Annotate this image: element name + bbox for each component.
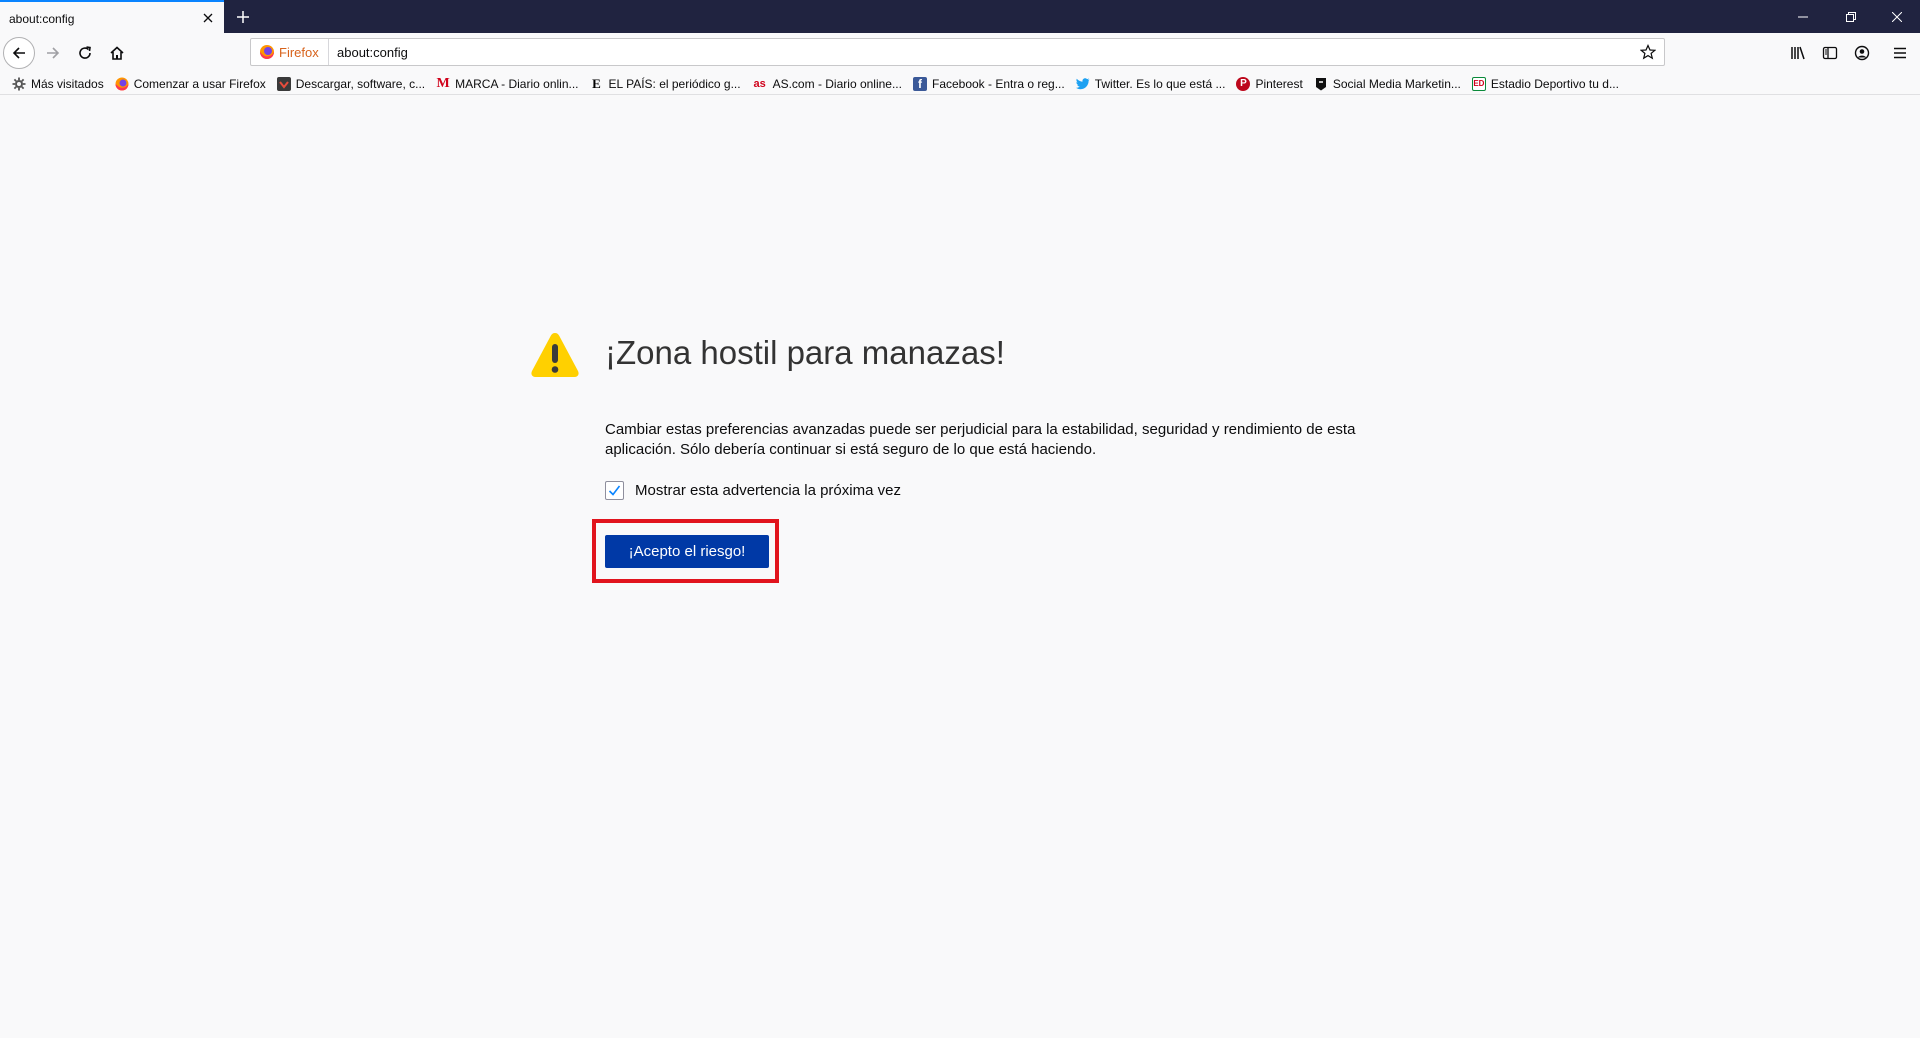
back-button[interactable] — [3, 37, 35, 69]
tab-about-config[interactable]: about:config — [0, 0, 224, 33]
navigation-toolbar: Firefox about:config — [0, 33, 1920, 73]
identity-box[interactable]: Firefox — [251, 39, 329, 65]
reload-icon — [79, 46, 91, 59]
restore-button[interactable] — [1828, 0, 1874, 33]
bookmark-star-icon[interactable] — [1638, 42, 1658, 62]
socialmedia-icon — [1314, 77, 1328, 91]
bookmark-facebook[interactable]: f Facebook - Entra o reg... — [912, 76, 1065, 91]
minimize-button[interactable] — [1780, 0, 1826, 33]
bookmark-mas-visitados[interactable]: Más visitados — [12, 77, 104, 91]
tab-title: about:config — [9, 12, 75, 26]
url-input[interactable]: about:config — [337, 45, 408, 60]
bookmark-elpais[interactable]: E EL PAÍS: el periódico g... — [590, 75, 741, 91]
bookmark-softonic[interactable]: Descargar, software, c... — [276, 76, 426, 91]
softonic-icon — [276, 76, 291, 91]
page-content: ¡Zona hostil para manazas! Cambiar estas… — [0, 96, 1920, 1038]
gear-icon — [12, 77, 26, 91]
accept-risk-button[interactable]: ¡Acepto el riesgo! — [605, 535, 769, 568]
checkbox-label: Mostrar esta advertencia la próxima vez — [635, 482, 901, 499]
title-bar: about:config — [0, 0, 1920, 33]
bookmark-label: Facebook - Entra o reg... — [931, 76, 1065, 91]
forward-button[interactable] — [37, 37, 69, 69]
bookmark-label: Social Media Marketin... — [1332, 76, 1461, 91]
library-icon[interactable] — [1786, 41, 1810, 65]
reload-button[interactable] — [69, 37, 101, 69]
bookmark-label: Estadio Deportivo tu d... — [1490, 76, 1619, 91]
facebook-icon: f — [912, 76, 927, 91]
account-icon[interactable] — [1850, 41, 1874, 65]
bookmark-estadio-deportivo[interactable]: ED Estadio Deportivo tu d... — [1471, 76, 1619, 91]
url-bar[interactable]: Firefox about:config — [250, 38, 1665, 66]
bookmark-label: EL PAÍS: el periódico g... — [608, 76, 741, 91]
marca-icon: M — [436, 75, 450, 91]
new-tab-button[interactable] — [230, 4, 256, 30]
bookmark-marca[interactable]: M MARCA - Diario onlin... — [436, 75, 579, 91]
twitter-icon — [1075, 77, 1090, 91]
firefox-icon — [260, 45, 274, 59]
page-title: ¡Zona hostil para manazas! — [605, 334, 1005, 371]
forward-arrow-icon — [47, 47, 60, 59]
show-warning-checkbox[interactable] — [605, 481, 624, 500]
bookmark-twitter[interactable]: Twitter. Es lo que está ... — [1075, 76, 1226, 91]
identity-label: Firefox — [279, 44, 319, 60]
elpais-icon: E — [592, 75, 601, 91]
home-button[interactable] — [101, 37, 133, 69]
back-arrow-icon — [12, 47, 25, 59]
warning-icon — [531, 333, 579, 377]
bookmarks-toolbar: Más visitados Comenzar a usar Firefox De… — [0, 73, 1920, 95]
firefox-icon — [115, 77, 129, 91]
menu-hamburger-icon[interactable] — [1888, 41, 1912, 65]
home-icon — [110, 46, 124, 60]
warning-description: Cambiar estas preferencias avanzadas pue… — [605, 421, 1356, 458]
show-warning-checkbox-row[interactable]: Mostrar esta advertencia la próxima vez — [605, 481, 901, 500]
bookmark-label: Twitter. Es lo que está ... — [1094, 76, 1226, 91]
bookmark-pinterest[interactable]: P Pinterest — [1236, 76, 1303, 91]
checkmark-icon — [608, 485, 621, 496]
bookmark-label: Descargar, software, c... — [295, 76, 426, 91]
estadio-icon: ED — [1471, 76, 1486, 91]
close-window-button[interactable] — [1874, 0, 1920, 33]
pinterest-icon: P — [1236, 76, 1251, 91]
bookmark-comenzar-firefox[interactable]: Comenzar a usar Firefox — [115, 77, 266, 91]
as-icon: as — [753, 77, 766, 90]
bookmark-social-media[interactable]: Social Media Marketin... — [1314, 77, 1461, 91]
close-tab-icon[interactable] — [198, 8, 218, 28]
bookmark-as[interactable]: as AS.com - Diario online... — [752, 77, 902, 91]
bookmark-label: MARCA - Diario onlin... — [455, 76, 579, 91]
bookmark-label: Comenzar a usar Firefox — [133, 76, 266, 91]
sidebar-icon[interactable] — [1818, 41, 1842, 65]
bookmark-label: Pinterest — [1255, 76, 1303, 91]
bookmark-label: Más visitados — [31, 76, 104, 91]
bookmark-label: AS.com - Diario online... — [772, 76, 902, 91]
